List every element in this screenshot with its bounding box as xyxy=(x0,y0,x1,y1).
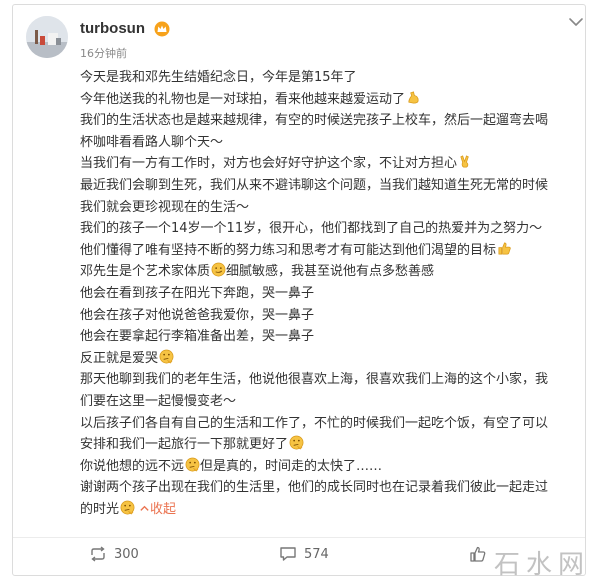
post-content: 今天是我和邓先生结婚纪念日，今年是第15年了 今年他送我的礼物也是一对球拍，看来… xyxy=(80,67,580,520)
smirk-emoji-icon xyxy=(211,262,226,277)
repost-icon xyxy=(91,546,105,562)
repost-button[interactable]: 300 xyxy=(89,544,139,564)
post-line-text: 反正就是爱哭 xyxy=(80,350,159,366)
post-line: 你说他想的远不远 但是真的，时间走的太快了…… xyxy=(80,456,580,478)
chevron-up-icon xyxy=(140,505,149,511)
post-line: 他会在要拿起行李箱准备出差，哭一鼻子 xyxy=(80,329,315,345)
username[interactable]: turbosun xyxy=(80,20,145,37)
flexed-biceps-emoji-icon xyxy=(408,90,419,104)
post-line: 的时光 收起 xyxy=(80,499,580,521)
comment-button[interactable]: 574 xyxy=(279,544,329,564)
post-line-text: 的时光 xyxy=(80,501,120,517)
thinking-emoji-icon xyxy=(159,349,174,364)
post-line: 反正就是爱哭 xyxy=(80,348,580,370)
post-timestamp: 16分钟前 xyxy=(80,47,127,60)
post-line: 以后孩子们各自有自己的生活和工作了，不忙的时候我们一起吃个饭，有空了可以 xyxy=(80,415,549,431)
post-line-text: 你说他想的远不远 xyxy=(80,458,185,474)
post-line: 我们的生活状态也是越来越规律，有空的时候送完孩子上校车，然后一起遛弯去喝 xyxy=(80,113,549,129)
post-line: 安排和我们一起旅行一下那就更好了 xyxy=(80,434,580,456)
post-line-text: 邓先生是个艺术家体质 xyxy=(80,264,211,280)
action-bar-divider xyxy=(13,537,585,538)
post-line: 们要在这里一起慢慢变老～ xyxy=(80,393,237,409)
post-line-text: 但是真的，时间走的太快了…… xyxy=(200,458,383,474)
post-line: 最近我们会聊到生死，我们从来不避讳聊这个问题，当我们越知道生死无常的时候 xyxy=(80,177,549,193)
post-line-text: 安排和我们一起旅行一下那就更好了 xyxy=(80,437,289,453)
thinking-emoji-icon xyxy=(120,500,135,515)
post-line-text: 今年他送我的礼物也是一对球拍，看来他越来越爱运动了 xyxy=(80,91,406,107)
post-line-text: 他们懂得了唯有坚持不断的努力练习和思考才有可能达到他们渴望的目标 xyxy=(80,242,497,258)
post-line: 邓先生是个艺术家体质 细腻敏感，我甚至说他有点多愁善感 xyxy=(80,261,580,283)
post-line: 今年他送我的礼物也是一对球拍，看来他越来越爱运动了 xyxy=(80,89,580,111)
watermark: 石水网 xyxy=(494,550,591,580)
repost-count: 300 xyxy=(114,546,139,562)
like-button[interactable] xyxy=(469,544,494,564)
comment-count: 574 xyxy=(304,546,329,562)
post-line: 他会在看到孩子在阳光下奔跑，哭一鼻子 xyxy=(80,285,315,301)
crown-badge-icon xyxy=(154,21,170,37)
post-line-text: 细腻敏感，我甚至说他有点多愁善感 xyxy=(226,264,435,280)
thinking-emoji-icon xyxy=(185,457,200,472)
post-line: 我们就会更珍视现在的生活～ xyxy=(80,199,250,215)
post-line: 我们的孩子一个14岁一个11岁，很开心，他们都找到了自己的热爱并为之努力～ xyxy=(80,221,543,237)
post-line: 杯咖啡看看路人聊个天～ xyxy=(80,134,224,150)
thinking-emoji-icon xyxy=(289,435,304,450)
post-line: 他们懂得了唯有坚持不断的努力练习和思考才有可能达到他们渴望的目标 xyxy=(80,240,580,262)
collapse-label: 收起 xyxy=(150,501,177,517)
collapse-link[interactable]: 收起 xyxy=(139,502,176,517)
post-line: 今天是我和邓先生结婚纪念日，今年是第15年了 xyxy=(80,70,357,85)
post-line-text: 当我们有一方有工作时，对方也会好好守护这个家，不让对方担心 xyxy=(80,156,458,172)
post-line: 那天他聊到我们的老年生活，他说他很喜欢上海，很喜欢我们上海的这个小家，我 xyxy=(80,372,549,388)
chevron-down-icon[interactable] xyxy=(566,12,586,32)
thumbs-up-icon xyxy=(470,546,486,562)
avatar[interactable] xyxy=(26,16,68,58)
post-line: 他会在孩子对他说爸爸我爱你，哭一鼻子 xyxy=(80,307,315,323)
post-line: 当我们有一方有工作时，对方也会好好守护这个家，不让对方担心 xyxy=(80,153,580,175)
comment-icon xyxy=(280,547,296,561)
thumbs-up-emoji-icon xyxy=(498,242,511,255)
post-line: 谢谢两个孩子出现在我们的生活里，他们的成长同时也在记录着我们彼此一起走过 xyxy=(80,480,549,496)
victory-hand-emoji-icon xyxy=(460,155,469,168)
